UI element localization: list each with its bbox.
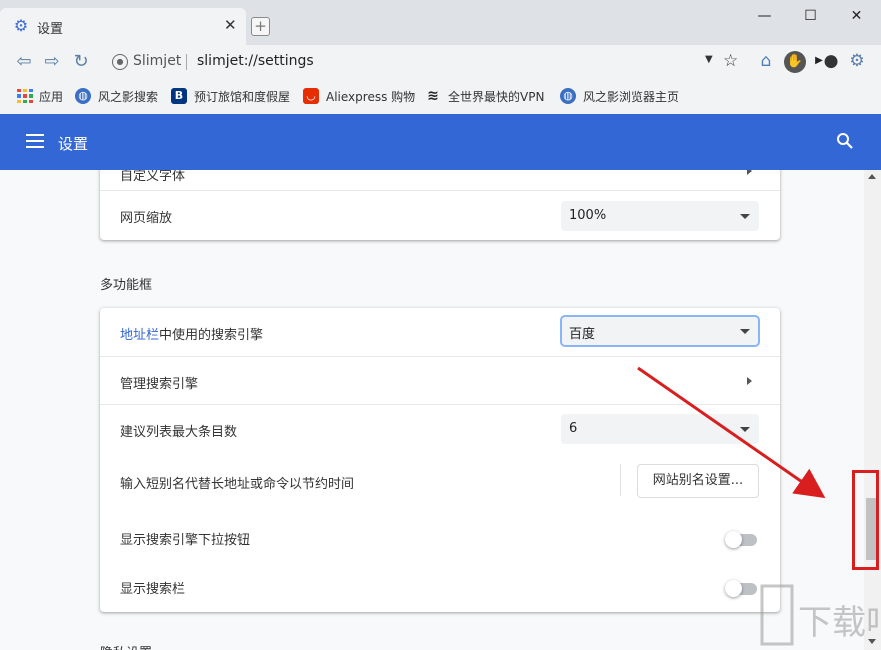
bookmarks-bar: 应用 ◍ 风之影搜索 B 预订旅馆和度假屋 ◡ Aliexpress 购物 ≋ … — [0, 79, 881, 114]
address-bar[interactable]: ● Slimjet slimjet://settings ▼ ☆ — [104, 48, 748, 76]
show-search-bar-toggle[interactable] — [725, 580, 757, 597]
home-icon[interactable]: ⌂ — [755, 50, 777, 72]
row-label: 地址栏中使用的搜索引擎 — [120, 324, 263, 343]
address-dropdown-icon[interactable]: ▼ — [705, 54, 713, 65]
section-title-omnibox: 多功能框 — [100, 278, 153, 293]
bookmark-fzy-home[interactable]: ◍ 风之影浏览器主页 — [560, 87, 679, 105]
select-value: 百度 — [569, 327, 596, 342]
close-tab-icon[interactable]: ✕ — [224, 17, 237, 34]
chevron-right-icon — [747, 170, 752, 175]
minimize-button[interactable]: — — [742, 6, 787, 26]
appearance-card: 自定义字体 网页缩放 100% — [100, 170, 780, 240]
settings-gear-icon[interactable]: ⚙ — [846, 50, 868, 72]
bookmark-star-icon[interactable]: ☆ — [723, 51, 738, 71]
toggle-knob — [725, 580, 742, 597]
hamburger-menu-icon[interactable] — [26, 134, 44, 148]
annotation-highlight-box — [852, 470, 879, 570]
close-window-button[interactable]: ✕ — [834, 6, 879, 26]
section-title-privacy: 隐私设置 — [100, 642, 152, 650]
watermark-logo: 下载吧 — [760, 584, 880, 646]
bookmark-label: 风之影搜索 — [98, 89, 159, 104]
select-value: 100% — [569, 208, 607, 223]
bookmark-apps[interactable]: 应用 — [16, 87, 63, 105]
dropdown-arrow-icon — [740, 329, 750, 334]
page-zoom-row: 网页缩放 100% — [100, 190, 780, 241]
aliexpress-icon: ◡ — [303, 88, 319, 104]
search-engine-row: 地址栏中使用的搜索引擎 百度 — [100, 308, 780, 356]
new-tab-button[interactable]: + — [251, 17, 270, 36]
tab-settings[interactable]: ⚙ 设置 ✕ — [0, 8, 246, 45]
hand-extension-icon[interactable]: ✋ — [784, 51, 806, 73]
row-label: 网页缩放 — [120, 211, 173, 226]
show-dropdown-button-toggle[interactable] — [725, 531, 757, 548]
maximize-button[interactable]: ☐ — [788, 6, 833, 26]
browser-toolbar: ⇦ ⇨ ↻ ● Slimjet slimjet://settings ▼ ☆ ⌂… — [0, 45, 881, 79]
vertical-scrollbar[interactable] — [864, 170, 881, 650]
row-label: 自定义字体 — [120, 170, 186, 184]
bookmark-label: 全世界最快的VPN — [448, 89, 545, 104]
tab-strip: ⚙ 设置 ✕ + — ☐ ✕ — [0, 0, 881, 45]
settings-header: 设置 — [0, 114, 881, 170]
search-icon[interactable] — [836, 132, 854, 150]
scroll-up-arrow-icon[interactable] — [868, 174, 876, 179]
bookmark-label: 风之影浏览器主页 — [583, 89, 680, 104]
select-value: 6 — [569, 421, 578, 436]
toggle-knob — [725, 531, 742, 548]
annotation-arrow — [637, 366, 826, 499]
bookmark-label: 应用 — [39, 89, 64, 104]
bookmark-aliexpress[interactable]: ◡ Aliexpress 购物 — [303, 87, 415, 105]
row-label: 显示搜索引擎下拉按钮 — [120, 533, 251, 548]
back-arrow-icon[interactable]: ⇦ — [12, 51, 36, 73]
row-label: 显示搜索栏 — [120, 582, 186, 597]
bookmark-label: 预订旅馆和度假屋 — [194, 89, 291, 104]
globe-icon: ◍ — [560, 88, 576, 104]
address-separator — [186, 54, 187, 70]
forward-arrow-icon[interactable]: ⇨ — [40, 51, 64, 73]
row-label: 管理搜索引擎 — [120, 377, 199, 392]
zoom-select[interactable]: 100% — [561, 201, 759, 231]
row-label: 建议列表最大条目数 — [120, 425, 238, 440]
search-engine-select[interactable]: 百度 — [560, 315, 760, 347]
booking-b-icon: B — [171, 88, 187, 104]
watermark-text: 下载吧 — [798, 603, 880, 643]
url-text[interactable]: slimjet://settings — [197, 53, 314, 69]
show-search-bar-row: 显示搜索栏 — [100, 564, 780, 612]
tab-title: 设置 — [37, 22, 64, 37]
site-name: Slimjet — [133, 53, 182, 69]
reload-icon[interactable]: ↻ — [69, 51, 93, 73]
bookmark-label: Aliexpress 购物 — [326, 89, 416, 104]
vpn-icon: ≋ — [427, 88, 439, 104]
page-title: 设置 — [58, 135, 89, 153]
address-bar-link[interactable]: 地址栏 — [120, 328, 159, 343]
row-label-rest: 中使用的搜索引擎 — [159, 328, 264, 343]
show-dropdown-button-row: 显示搜索引擎下拉按钮 — [100, 508, 780, 564]
bookmark-booking[interactable]: B 预订旅馆和度假屋 — [171, 87, 290, 105]
bookmark-vpn[interactable]: ≋ 全世界最快的VPN — [425, 87, 544, 105]
row-label: 输入短别名代替长地址或命令以节约时间 — [120, 477, 355, 492]
profile-avatar-icon[interactable]: ● — [820, 50, 842, 72]
custom-fonts-row[interactable]: 自定义字体 — [100, 170, 780, 190]
globe-icon: ◍ — [75, 88, 91, 104]
apps-grid-icon — [16, 88, 33, 104]
dropdown-arrow-icon — [740, 214, 750, 219]
chrome-page-icon: ● — [112, 54, 128, 70]
gear-icon: ⚙ — [13, 16, 29, 35]
bookmark-fzy-search[interactable]: ◍ 风之影搜索 — [75, 87, 158, 105]
